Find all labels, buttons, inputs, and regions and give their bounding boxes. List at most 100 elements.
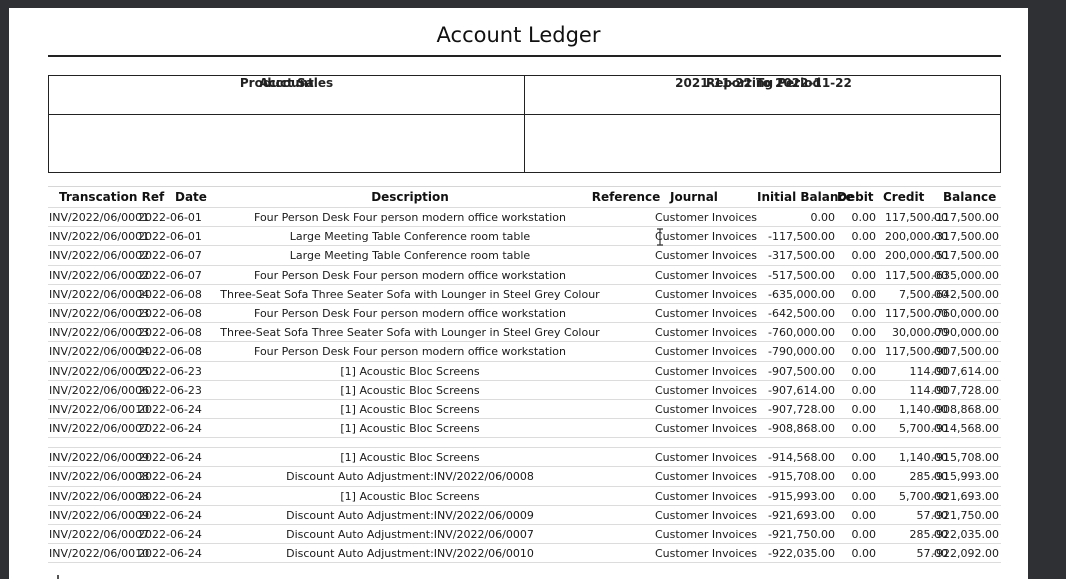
- table-row: INV/2022/06/0005 2022-06-23 [1] Acoustic B…: [48, 362, 1001, 381]
- title-divider: [48, 55, 1001, 57]
- info-table-column-divider: [524, 76, 525, 172]
- account-info-table: Account Reporting Period Product Sales 2…: [48, 75, 1001, 173]
- cell-initial-balance: -517,500.00: [768, 268, 835, 282]
- ledger-body: INV/2022/06/0001 2022-06-01 Four Person De…: [48, 208, 1001, 564]
- cell-transaction-ref: INV/2022/06/0007: [49, 422, 150, 436]
- cell-journal: Customer Invoices: [655, 230, 757, 244]
- account-value: Product Sales: [239, 76, 334, 90]
- column-header-balance: Balance: [943, 190, 997, 204]
- cell-journal: Customer Invoices: [655, 345, 757, 359]
- cell-balance: -922,092.00: [932, 547, 999, 561]
- cell-initial-balance: -117,500.00: [768, 230, 835, 244]
- column-header-reference: Reference: [591, 190, 661, 204]
- cell-description: Four Person Desk Four person modern offi…: [254, 306, 566, 320]
- cell-balance: -922,035.00: [932, 528, 999, 541]
- cell-transaction-ref: INV/2022/06/0003: [49, 306, 150, 320]
- column-header-credit: Credit: [883, 190, 925, 204]
- cell-journal: Customer Invoices: [655, 249, 757, 263]
- cell-description: Four Person Desk Four person modern offi…: [254, 345, 566, 359]
- cell-date: 2022-06-07: [138, 268, 202, 282]
- column-header-initial-balance: Initial Balance: [757, 190, 854, 204]
- cell-initial-balance: -317,500.00: [768, 249, 835, 263]
- cell-date: 2022-06-08: [138, 345, 202, 359]
- cell-date: 2022-06-07: [138, 249, 202, 263]
- cell-initial-balance: -907,614.00: [768, 383, 835, 397]
- cell-transaction-ref: INV/2022/06/0004: [49, 345, 150, 359]
- column-header-journal: Journal: [670, 190, 718, 204]
- cell-date: 2022-06-01: [138, 211, 202, 224]
- cell-journal: Customer Invoices: [655, 306, 757, 320]
- table-row: INV/2022/06/0006 2022-06-23 [1] Acoustic B…: [48, 381, 1001, 400]
- cell-date: 2022-06-24: [138, 547, 202, 561]
- cell-journal: Customer Invoices: [655, 508, 757, 522]
- cell-balance: -642,500.00: [932, 287, 999, 301]
- cell-initial-balance: -642,500.00: [768, 306, 835, 320]
- cell-journal: Customer Invoices: [655, 489, 757, 503]
- cell-journal: Customer Invoices: [655, 528, 757, 541]
- cell-balance: -790,000.00: [932, 326, 999, 340]
- table-row: INV/2022/06/0008 2022-06-24 Discount Auto …: [48, 467, 1001, 487]
- cell-date: 2022-06-08: [138, 287, 202, 301]
- cell-balance: -907,500.00: [932, 345, 999, 359]
- cell-description: [1] Acoustic Bloc Screens: [340, 422, 480, 436]
- cell-date: 2022-06-24: [138, 528, 202, 541]
- cell-description: Large Meeting Table Conference room tabl…: [289, 230, 531, 244]
- cell-description: Four Person Desk Four person modern offi…: [254, 211, 566, 224]
- cell-journal: Customer Invoices: [655, 422, 757, 436]
- cell-description: Discount Auto Adjustment:INV/2022/06/000…: [286, 528, 534, 541]
- cell-description: Three-Seat Sofa Three Seater Sofa with L…: [220, 287, 600, 301]
- cell-transaction-ref: INV/2022/06/0006: [49, 383, 150, 397]
- column-header-date: Date: [175, 190, 207, 204]
- cell-initial-balance: -921,693.00: [768, 508, 835, 522]
- report-page: Account Ledger Account Reporting Period …: [9, 8, 1028, 579]
- cell-balance: -117,500.00: [932, 211, 999, 224]
- cell-description: [1] Acoustic Bloc Screens: [340, 451, 480, 465]
- cell-transaction-ref: INV/2022/06/0001: [49, 211, 150, 224]
- cell-initial-balance: -635,000.00: [768, 287, 835, 301]
- table-row: INV/2022/06/0009 2022-06-24 Discount Auto …: [48, 506, 1001, 525]
- cell-description: Discount Auto Adjustment:INV/2022/06/000…: [286, 508, 534, 522]
- table-row: INV/2022/06/0010 2022-06-24 Discount Auto …: [48, 544, 1001, 564]
- reporting-period-value: 2021-11-22 To 2022-11-22: [675, 76, 852, 90]
- cell-transaction-ref: INV/2022/06/0002: [49, 268, 150, 282]
- cell-description: Discount Auto Adjustment:INV/2022/06/000…: [286, 470, 534, 484]
- table-row: INV/2022/06/0004 2022-06-08 Three-Seat Sof…: [48, 285, 1001, 304]
- cell-balance: -517,500.00: [932, 249, 999, 263]
- cell-date: 2022-06-24: [138, 402, 202, 416]
- cell-description: Discount Auto Adjustment:INV/2022/06/001…: [286, 547, 534, 561]
- cell-balance: -317,500.00: [932, 230, 999, 244]
- cell-date: 2022-06-24: [138, 508, 202, 522]
- cell-date: 2022-06-24: [138, 451, 202, 465]
- cell-initial-balance: -907,500.00: [768, 364, 835, 378]
- cell-transaction-ref: INV/2022/06/0009: [49, 451, 150, 465]
- cell-initial-balance: -922,035.00: [768, 547, 835, 561]
- cell-date: 2022-06-08: [138, 306, 202, 320]
- cell-transaction-ref: INV/2022/06/0002: [49, 249, 150, 263]
- cell-journal: Customer Invoices: [655, 211, 757, 224]
- cell-description: [1] Acoustic Bloc Screens: [340, 402, 480, 416]
- cell-initial-balance: -760,000.00: [768, 326, 835, 340]
- cell-date: 2022-06-24: [138, 470, 202, 484]
- cell-balance: -921,750.00: [932, 508, 999, 522]
- page-mark: [57, 575, 59, 579]
- table-row: INV/2022/06/0001 2022-06-01 Four Person De…: [48, 208, 1001, 228]
- cell-date: 2022-06-24: [138, 489, 202, 503]
- cell-initial-balance: -908,868.00: [768, 422, 835, 436]
- cell-journal: Customer Invoices: [655, 326, 757, 340]
- cell-description: [1] Acoustic Bloc Screens: [340, 364, 480, 378]
- cell-initial-balance: -790,000.00: [768, 345, 835, 359]
- cell-date: 2022-06-24: [138, 422, 202, 436]
- table-row: INV/2022/06/0008 2022-06-24 [1] Acoustic B…: [48, 487, 1001, 506]
- cell-journal: Customer Invoices: [655, 268, 757, 282]
- cell-date: 2022-06-08: [138, 326, 202, 340]
- cell-initial-balance: -907,728.00: [768, 402, 835, 416]
- cell-transaction-ref: INV/2022/06/0005: [49, 364, 150, 378]
- cell-initial-balance: -915,993.00: [768, 489, 835, 503]
- cell-balance: -908,868.00: [932, 402, 999, 416]
- cell-transaction-ref: INV/2022/06/0010: [49, 547, 150, 561]
- column-header-description: Description: [371, 190, 449, 204]
- cell-balance: -914,568.00: [932, 422, 999, 436]
- cell-date: 2022-06-23: [138, 383, 202, 397]
- cell-description: [1] Acoustic Bloc Screens: [340, 489, 480, 503]
- cell-initial-balance: -914,568.00: [768, 451, 835, 465]
